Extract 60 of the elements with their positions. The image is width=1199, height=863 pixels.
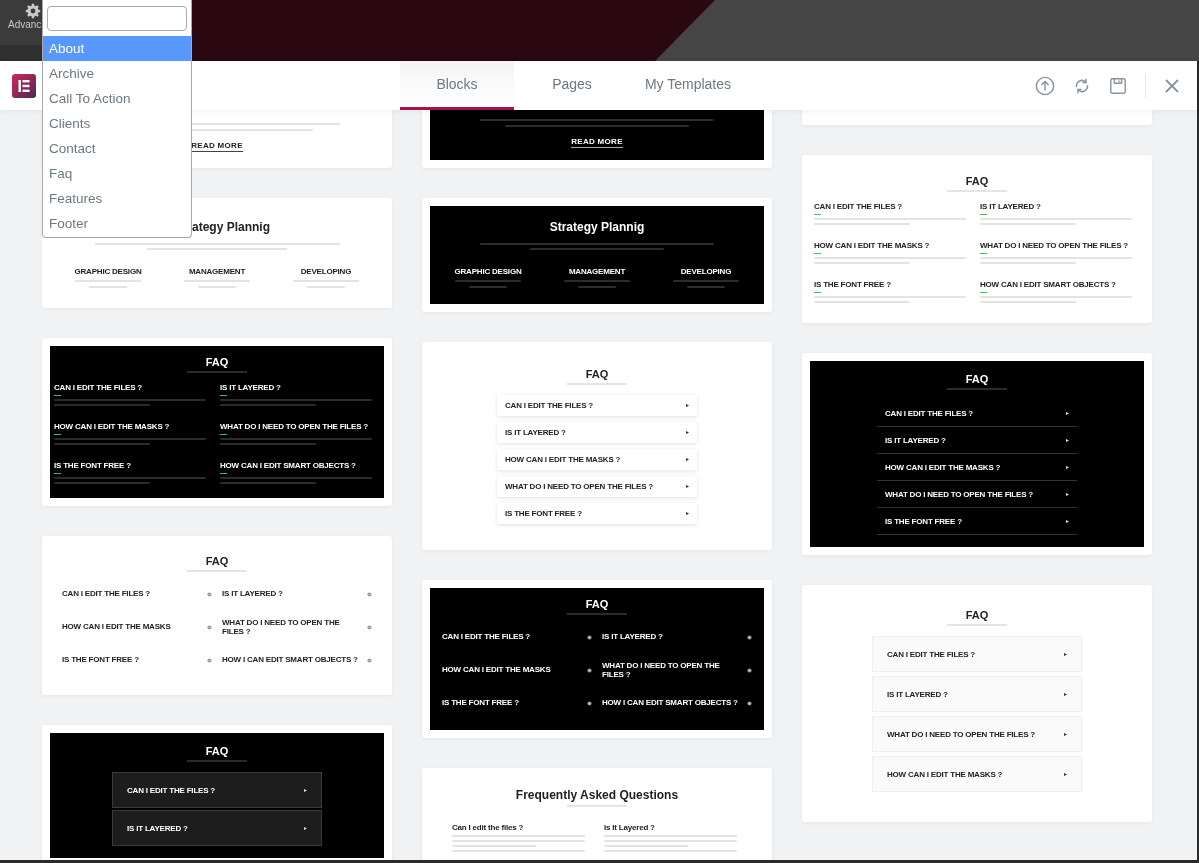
faq-question: WHAT DO I NEED TO OPEN THE FILES ? [887, 729, 1036, 739]
faq-question: HOW CAN I EDIT THE MASKS ? [814, 241, 930, 250]
faq-question: WHAT DO I NEED TO OPEN THE FILES ? [505, 482, 654, 491]
preview-title: FAQ [205, 745, 229, 758]
preview-title: FAQ [205, 356, 229, 368]
faq-question: CAN I EDIT THE FILES ? [62, 590, 151, 599]
faq-question: IS IT LAYERED ? [127, 823, 188, 833]
faq-question: IS IT LAYERED ? [980, 202, 1041, 211]
feature-heading: MANAGEMENT [568, 267, 626, 276]
faq-question: WHAT DO I NEED TO OPEN THE FILES ? [220, 422, 369, 431]
faq-question: WHAT DO I NEED TO OPEN THE FILES ? [222, 618, 341, 637]
faq-question: CAN I EDIT THE FILES ? [885, 408, 974, 418]
faq-question: IS IT LAYERED ? [885, 435, 946, 445]
faq-question: HOW CAN I EDIT THE MASKS [62, 623, 171, 632]
faq-question: CAN I EDIT THE FILES ? [54, 383, 143, 392]
faq-question: HOW CAN I EDIT THE MASKS ? [54, 422, 170, 431]
preview-title: FAQ [965, 175, 989, 187]
faq-question: HOW I CAN EDIT SMART OBJECTS ? [222, 656, 358, 666]
faq-question: IS IT LAYERED ? [602, 633, 663, 642]
faq-question: CAN I EDIT THE FILES ? [814, 202, 903, 211]
faq-question: IS IT LAYERED ? [505, 428, 566, 437]
faq-question: Can I edit the files ? [452, 823, 524, 833]
faq-question: CAN I EDIT THE FILES ? [887, 649, 976, 659]
feature-heading: DEVELOPING [680, 267, 732, 276]
faq-question: IS THE FONT FREE ? [505, 509, 582, 518]
preview-title: Frequently Asked Questions [515, 788, 679, 803]
faq-question: HOW CAN I EDIT THE MASKS ? [505, 455, 621, 464]
faq-question: Is It Layered ? [604, 823, 655, 833]
faq-question: HOW CAN I EDIT THE MASKS [442, 666, 551, 675]
faq-question: CAN I EDIT THE FILES ? [442, 633, 531, 642]
faq-question: IS THE FONT FREE ? [814, 280, 891, 289]
preview-title: ategy Plannig [191, 220, 270, 234]
feature-heading: MANAGEMENT [188, 267, 246, 276]
read-more-link: READ MORE [571, 137, 623, 148]
faq-question: IS THE FONT FREE ? [442, 699, 519, 709]
faq-question: WHAT DO I NEED TO OPEN THE FILES ? [602, 661, 721, 680]
feature-heading: GRAPHIC DESIGN [74, 267, 142, 276]
faq-question: CAN I EDIT THE FILES ? [127, 785, 216, 795]
feature-heading: GRAPHIC DESIGN [454, 267, 522, 276]
faq-question: IS THE FONT FREE ? [54, 461, 131, 470]
faq-question: HOW CAN I EDIT THE MASKS ? [885, 462, 1001, 472]
faq-question: IS THE FONT FREE ? [885, 516, 962, 526]
preview-title: Strategy Plannig [549, 220, 645, 234]
faq-question: IS THE FONT FREE ? [62, 656, 139, 666]
faq-question: IS IT LAYERED ? [887, 689, 948, 699]
preview-title: FAQ [585, 368, 609, 380]
faq-question: IS IT LAYERED ? [220, 383, 281, 392]
preview-title: FAQ [965, 609, 989, 621]
feature-heading: DEVELOPING [300, 267, 352, 276]
faq-question: IS IT LAYERED ? [222, 590, 283, 599]
faq-question: HOW CAN I EDIT THE MASKS ? [887, 769, 1003, 779]
faq-question: WHAT DO I NEED TO OPEN THE FILES ? [885, 489, 1034, 499]
faq-question: WHAT DO I NEED TO OPEN THE FILES ? [980, 241, 1129, 250]
faq-question: HOW CAN I EDIT SMART OBJECTS ? [980, 280, 1116, 289]
faq-question: HOW CAN I EDIT SMART OBJECTS ? [220, 461, 356, 470]
faq-question: CAN I EDIT THE FILES ? [505, 401, 594, 410]
preview-title: FAQ [585, 598, 609, 610]
preview-title: FAQ [205, 555, 229, 567]
preview-title: FAQ [965, 373, 989, 385]
faq-question: HOW I CAN EDIT SMART OBJECTS ? [602, 699, 738, 709]
